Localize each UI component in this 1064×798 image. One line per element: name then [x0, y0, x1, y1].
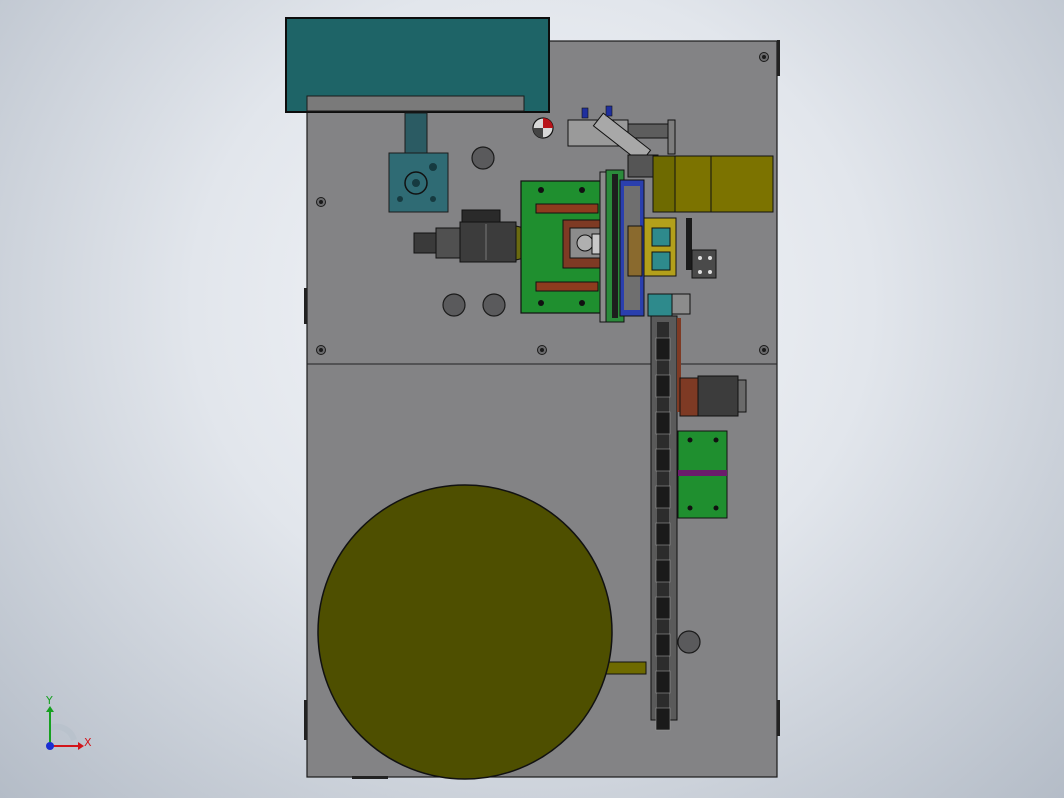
- edge-tab: [777, 40, 780, 76]
- conveyor-slot: [655, 485, 671, 509]
- pressure-gauge: [532, 117, 554, 139]
- conveyor-slots: [655, 337, 671, 731]
- edge-tab: [777, 700, 780, 736]
- conveyor-slot: [655, 374, 671, 398]
- conveyor-motor[interactable]: [679, 375, 747, 417]
- z-axis-dot: [46, 742, 54, 750]
- hood-lip: [306, 95, 525, 112]
- conveyor-slot: [655, 522, 671, 546]
- triad-swoosh: [48, 723, 77, 742]
- conveyor-slot: [655, 337, 671, 361]
- axis-triad: X Y: [36, 694, 100, 756]
- conveyor-slot: [655, 559, 671, 583]
- y-axis-label: Y: [46, 694, 53, 707]
- conveyor-slot: [655, 633, 671, 657]
- green-mount-plate[interactable]: [520, 180, 610, 314]
- conveyor-slot: [655, 670, 671, 694]
- conveyor-slot: [655, 411, 671, 435]
- conveyor-slot: [655, 448, 671, 472]
- conveyor-slot: [655, 707, 671, 731]
- edge-tab: [304, 700, 307, 740]
- conveyor-slot: [655, 596, 671, 620]
- green-bracket-lower[interactable]: [677, 430, 728, 519]
- edge-tab: [352, 776, 388, 779]
- machine-assembly-top-view[interactable]: [0, 0, 1064, 798]
- olive-enclosures[interactable]: [652, 155, 774, 213]
- edge-tab: [304, 288, 307, 324]
- cad-viewport[interactable]: X Y: [0, 0, 1064, 798]
- x-axis-label: X: [84, 736, 92, 749]
